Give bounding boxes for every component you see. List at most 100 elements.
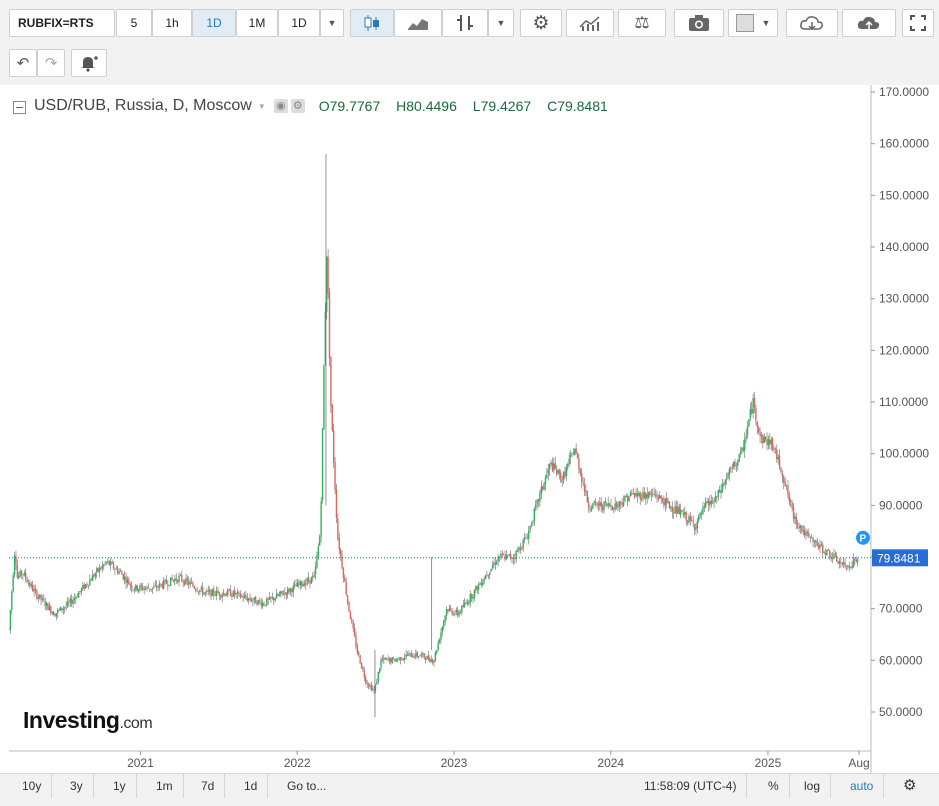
candle-body: [829, 550, 831, 558]
candle-body: [618, 501, 621, 506]
add-alert-button[interactable]: [71, 49, 107, 77]
range-1d-button[interactable]: 1d: [234, 774, 269, 798]
candle-body: [337, 518, 339, 540]
fullscreen-button[interactable]: [902, 9, 934, 37]
candle-body: [303, 583, 306, 586]
auto-scale-button[interactable]: auto: [840, 774, 885, 798]
goto-date-button[interactable]: Go to...: [277, 774, 336, 798]
candle-body: [581, 472, 583, 482]
range-3y-button[interactable]: 3y: [60, 774, 94, 798]
fullscreen-icon: [910, 15, 926, 31]
candle-body: [206, 590, 208, 592]
chart-area[interactable]: 170.0000 160.0000 150.0000 140.0000 130.0000…: [8, 85, 939, 773]
candle-body: [128, 580, 130, 585]
candle-body: [791, 503, 793, 508]
eye-icon[interactable]: ◉: [273, 99, 288, 113]
candle-body: [678, 506, 680, 514]
candle-body: [455, 610, 457, 613]
candle-body: [511, 557, 513, 559]
candle-body: [574, 449, 576, 456]
candle-body: [433, 660, 435, 663]
candle-body: [610, 505, 612, 507]
interval-5-button[interactable]: 5: [116, 9, 152, 37]
save-chart-button[interactable]: [842, 9, 896, 37]
range-7d-button[interactable]: 7d: [191, 774, 226, 798]
candle-body: [47, 603, 49, 611]
candle-body: [604, 500, 607, 504]
candle-body: [716, 496, 718, 498]
chevron-down-icon[interactable]: ▼: [258, 102, 266, 111]
range-1y-button[interactable]: 1y: [103, 774, 137, 798]
load-chart-button[interactable]: [786, 9, 838, 37]
compare-button[interactable]: ⚖: [618, 9, 666, 37]
candle-body: [365, 677, 367, 684]
candle-body: [550, 462, 552, 464]
candle-body: [239, 593, 242, 598]
indicators-button[interactable]: [566, 9, 614, 37]
candle-body: [444, 615, 446, 622]
interval-1h-button[interactable]: 1h: [152, 9, 192, 37]
chart-type-dropdown-button[interactable]: ▼: [488, 9, 514, 37]
log-scale-button[interactable]: log: [794, 774, 832, 798]
gear-icon[interactable]: ⚙: [893, 774, 926, 798]
candle-body: [483, 579, 485, 582]
candle-body: [600, 501, 602, 507]
snapshot-button[interactable]: [674, 9, 724, 37]
redo-button[interactable]: ↷: [37, 49, 65, 77]
candle-body: [221, 594, 223, 598]
candle-body: [802, 530, 804, 532]
candle-body: [284, 592, 286, 595]
interval-1d-button[interactable]: 1D: [192, 9, 236, 37]
candle-body: [174, 578, 176, 582]
candle-body: [671, 507, 673, 512]
interval-dropdown-button[interactable]: ▼: [320, 9, 344, 37]
candle-body: [752, 398, 754, 415]
candle-body: [203, 592, 205, 595]
range-10y-button[interactable]: 10y: [12, 774, 53, 798]
candle-body: [440, 632, 442, 640]
candle-body: [247, 598, 250, 601]
candle-body: [110, 561, 112, 566]
candle-body: [431, 659, 434, 663]
candles-button[interactable]: [350, 9, 394, 37]
candle-body: [57, 609, 59, 614]
candle-body: [526, 538, 529, 540]
candle-body: [516, 550, 519, 552]
candle-body: [709, 500, 711, 506]
candle-body: [378, 668, 381, 673]
candle-body: [724, 479, 726, 485]
collapse-icon[interactable]: [13, 100, 26, 114]
candle-body: [422, 653, 424, 655]
candle-body: [149, 588, 151, 590]
price-chart[interactable]: 170.0000 160.0000 150.0000 140.0000 130.0000…: [8, 85, 939, 773]
candle-body: [717, 490, 719, 498]
candle-body: [817, 544, 820, 549]
candle-body: [462, 605, 464, 607]
gear-icon: ⚙: [532, 12, 550, 34]
color-picker-button[interactable]: ▼: [728, 9, 778, 37]
candle-body: [86, 584, 88, 586]
candle-body: [68, 601, 70, 603]
candle-body: [682, 512, 685, 516]
symbol-input[interactable]: RUBFIX=RTS: [9, 9, 115, 37]
price-tick-label: 140.0000: [879, 240, 929, 254]
interval-current-button[interactable]: 1D: [278, 9, 320, 37]
candle-body: [856, 559, 859, 563]
candle-body: [252, 600, 254, 602]
undo-button[interactable]: ↶: [9, 49, 37, 77]
settings-button[interactable]: ⚙: [520, 9, 562, 37]
candle-body: [571, 453, 573, 455]
area-chart-button[interactable]: [394, 9, 442, 37]
candle-body: [41, 598, 44, 600]
time-tick-label: 2025: [755, 756, 782, 770]
candle-body: [757, 427, 760, 432]
gear-icon[interactable]: ⚙: [290, 99, 305, 113]
price-tick-label: 170.0000: [879, 85, 929, 99]
candle-body: [167, 584, 169, 586]
candle-body: [613, 508, 615, 510]
candle-body: [656, 494, 658, 498]
range-1m-button[interactable]: 1m: [146, 774, 184, 798]
percent-scale-button[interactable]: %: [758, 774, 790, 798]
interval-1m-button[interactable]: 1M: [236, 9, 278, 37]
bar-chart-button[interactable]: [442, 9, 488, 37]
